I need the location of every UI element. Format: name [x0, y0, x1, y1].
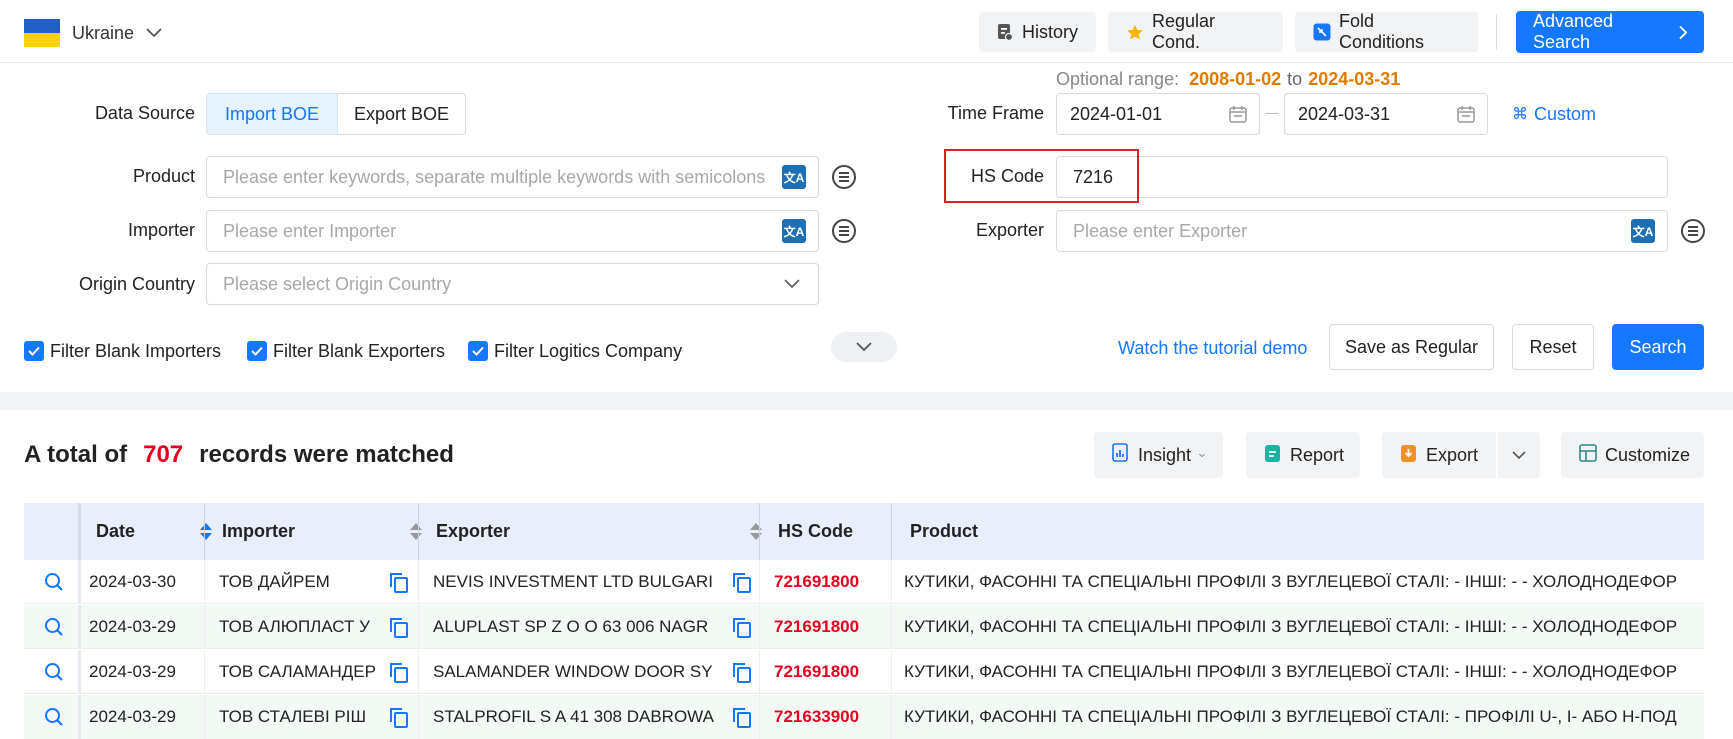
report-button[interactable]: Report [1246, 432, 1360, 478]
copy-icon[interactable] [731, 560, 751, 603]
customize-button[interactable]: Customize [1561, 432, 1704, 478]
importer-input[interactable]: Please enter Importer 文A [206, 210, 819, 252]
translate-icon[interactable]: 文A [782, 165, 806, 189]
sort-icon[interactable] [410, 523, 422, 540]
history-icon [997, 23, 1014, 41]
translate-icon[interactable]: 文A [1631, 219, 1655, 243]
advanced-search-button[interactable]: Advanced Search [1516, 11, 1704, 53]
custom-range-link[interactable]: ⌘ Custom [1512, 100, 1596, 128]
date-to-input[interactable]: 2024-03-31 [1284, 93, 1488, 135]
column-product: Product [910, 521, 979, 541]
fold-icon [1313, 23, 1331, 41]
origin-country-select[interactable]: Please select Origin Country [206, 263, 819, 305]
regular-cond-button[interactable]: Regular Cond. [1108, 11, 1283, 52]
country-name: Ukraine [72, 22, 135, 43]
importer-label: Importer [127, 220, 195, 240]
date-from-input[interactable]: 2024-01-01 [1056, 93, 1260, 135]
copy-icon[interactable] [388, 650, 408, 693]
filter-logistics-checkbox[interactable]: Filter Logitics Company [468, 340, 682, 362]
optional-range: Optional range: 2008-01-02 to 2024-03-31 [1056, 68, 1401, 89]
product-input[interactable]: Please enter keywords, separate multiple… [206, 156, 819, 198]
section-divider [0, 392, 1733, 410]
translate-icon[interactable]: 文A [782, 219, 806, 243]
table-row[interactable]: 2024-03-29 ТОВ СТАЛЕВІ РІШ STALPROFIL S … [24, 695, 1704, 739]
customize-icon [1579, 443, 1597, 467]
search-icon[interactable] [34, 605, 74, 648]
calendar-icon [1457, 106, 1475, 123]
chevron-down-icon [146, 28, 162, 38]
country-selector[interactable]: Ukraine [24, 16, 162, 50]
copy-icon[interactable] [731, 650, 751, 693]
hs-code-highlight-box [944, 149, 1139, 203]
search-icon[interactable] [34, 695, 74, 739]
report-icon [1264, 443, 1282, 468]
search-icon[interactable] [34, 560, 74, 603]
export-boe-option[interactable]: Export BOE [338, 93, 466, 135]
copy-icon[interactable] [388, 605, 408, 648]
results-count: 707 [143, 441, 184, 468]
chevron-down-icon [784, 279, 800, 289]
copy-icon[interactable] [388, 560, 408, 603]
save-as-regular-button[interactable]: Save as Regular [1329, 324, 1494, 370]
column-importer[interactable]: Importer [222, 503, 436, 560]
command-icon: ⌘ [1512, 106, 1528, 123]
data-source-toggle: Import BOE Export BOE [206, 93, 466, 135]
hs-code-input[interactable]: 7216 [1056, 156, 1668, 198]
calendar-icon [1229, 106, 1247, 123]
column-exporter[interactable]: Exporter [436, 503, 776, 560]
search-icon[interactable] [34, 650, 74, 693]
date-separator [1266, 113, 1278, 114]
expand-filters-toggle[interactable] [831, 332, 897, 362]
copy-icon[interactable] [731, 695, 751, 739]
origin-country-label: Origin Country [78, 274, 195, 294]
fuzzy-match-icon[interactable] [1681, 219, 1705, 243]
results-summary: A total of 707 records were matched [24, 441, 454, 468]
table-row[interactable]: 2024-03-30 ТОВ ДАЙРЕМ NEVIS INVESTMENT L… [24, 560, 1704, 604]
chevron-down-icon [1199, 453, 1205, 457]
copy-icon[interactable] [731, 605, 751, 648]
star-icon [1126, 23, 1144, 41]
header-divider [1496, 14, 1497, 50]
table-header: Date Importer Exporter HS Code Product [24, 503, 1704, 560]
chevron-right-icon [1678, 25, 1687, 39]
checkbox-checked-icon [24, 341, 44, 361]
filter-blank-exporters-checkbox[interactable]: Filter Blank Exporters [247, 340, 445, 362]
reset-button[interactable]: Reset [1512, 324, 1594, 370]
tutorial-link[interactable]: Watch the tutorial demo [1118, 338, 1307, 359]
export-dropdown-button[interactable] [1498, 432, 1540, 478]
insight-icon [1112, 442, 1130, 468]
product-label: Product [132, 166, 195, 186]
fuzzy-match-icon[interactable] [832, 219, 856, 243]
checkbox-checked-icon [468, 341, 488, 361]
sort-icon[interactable] [750, 523, 762, 540]
table-body: 2024-03-30 ТОВ ДАЙРЕМ NEVIS INVESTMENT L… [24, 560, 1704, 739]
fold-conditions-button[interactable]: Fold Conditions [1295, 11, 1478, 52]
copy-icon[interactable] [388, 695, 408, 739]
sort-icon[interactable] [200, 523, 212, 540]
checkbox-checked-icon [247, 341, 267, 361]
column-hs-code: HS Code [778, 521, 854, 541]
export-button[interactable]: Export [1382, 432, 1496, 478]
search-button[interactable]: Search [1612, 324, 1704, 370]
time-frame-label: Time Frame [947, 103, 1044, 123]
exporter-input[interactable]: Please enter Exporter 文A [1056, 210, 1668, 252]
table-row[interactable]: 2024-03-29 ТОВ САЛАМАНДЕР SALAMANDER WIN… [24, 650, 1704, 694]
insight-button[interactable]: Insight [1094, 432, 1223, 478]
import-boe-option[interactable]: Import BOE [206, 93, 338, 135]
column-date[interactable]: Date [96, 503, 226, 560]
chevron-down-icon [856, 342, 872, 352]
chevron-down-icon [1512, 450, 1526, 459]
data-source-label: Data Source [94, 103, 195, 123]
history-button[interactable]: History [979, 12, 1096, 52]
table-row[interactable]: 2024-03-29 ТОВ АЛЮПЛАСТ У ALUPLAST SP Z … [24, 605, 1704, 649]
ukraine-flag-icon [24, 19, 60, 47]
fuzzy-match-icon[interactable] [832, 165, 856, 189]
export-icon [1400, 443, 1418, 468]
exporter-label: Exporter [975, 220, 1044, 240]
filter-blank-importers-checkbox[interactable]: Filter Blank Importers [24, 340, 221, 362]
